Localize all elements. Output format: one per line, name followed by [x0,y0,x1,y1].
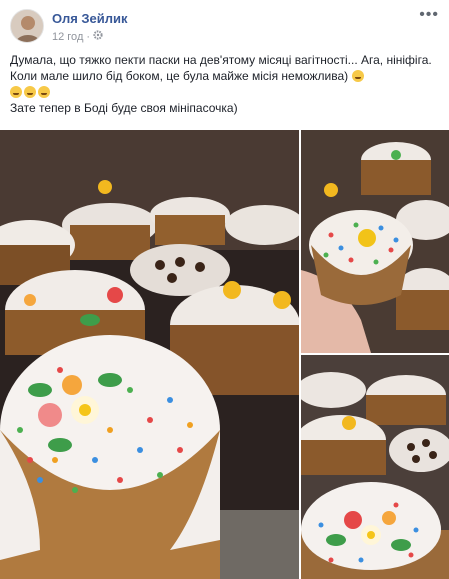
smile-emoji-icon [351,70,364,82]
tongue-emoji-icon [38,86,50,98]
post-text-line3: Зате тепер в Боді буде своя мініпасочка) [10,101,238,115]
post-text: Думала, що тяжко пекти паски на дев'ятом… [10,52,440,116]
post-header: Оля Зейлик 12 год · ••• [0,0,449,46]
photo-bottom-right[interactable] [301,355,449,579]
grin-emoji-icon [24,86,36,98]
post-text-line1: Думала, що тяжко пекти паски на дев'ятом… [10,53,432,83]
photo-top-right[interactable] [301,130,449,353]
more-horizontal-icon[interactable]: ••• [419,6,439,24]
gear-icon [93,30,103,43]
surprised-emoji-icon [10,86,22,98]
photo-grid [0,130,449,579]
avatar[interactable] [10,9,44,43]
post-meta: 12 год · [52,30,103,43]
post-time[interactable]: 12 год [52,31,83,43]
photo-main[interactable] [0,130,299,579]
author-name[interactable]: Оля Зейлик [52,11,128,26]
